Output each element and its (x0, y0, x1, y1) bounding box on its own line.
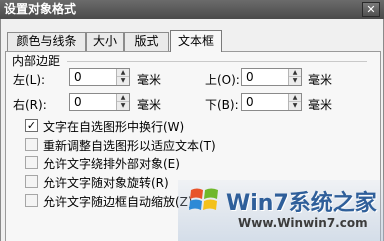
spin-buttons: ▲ ▼ (116, 69, 129, 85)
left-margin-unit: 毫米 (137, 73, 162, 87)
checkbox-wrap-outside[interactable] (25, 156, 38, 169)
close-icon: ✕ (366, 3, 376, 16)
bottom-margin-value[interactable]: 0 (246, 95, 254, 109)
checkbox-rotate-text[interactable] (25, 175, 38, 188)
spin-buttons: ▲ ▼ (288, 94, 301, 110)
top-margin-unit: 毫米 (308, 73, 333, 87)
top-margin-label: 上(O): (205, 73, 240, 87)
tab-colors-lines[interactable]: 颜色与线条 (7, 32, 86, 51)
option-label: 文字在自选图形中换行(W) (43, 120, 185, 134)
tab-label: 大小 (92, 34, 117, 48)
watermark-url: Www.Winwin7.com (238, 216, 368, 230)
top-margin-value[interactable]: 0 (246, 70, 254, 84)
spin-down-icon[interactable]: ▼ (289, 102, 301, 110)
top-margin-spinner[interactable]: 0 ▲ ▼ (241, 68, 302, 86)
left-margin-label: 左(L): (13, 73, 46, 87)
checkbox-autoscale-text[interactable] (25, 194, 38, 207)
windows-flag-icon (189, 188, 218, 210)
spin-down-icon[interactable]: ▼ (117, 77, 129, 85)
bottom-margin-unit: 毫米 (308, 98, 333, 112)
right-margin-value[interactable]: 0 (74, 95, 82, 109)
spin-up-icon[interactable]: ▲ (117, 69, 129, 77)
watermark-brand: Win7系统之家 (226, 191, 377, 216)
right-margin-spinner[interactable]: 0 ▲ ▼ (69, 93, 130, 111)
option-label: 重新调整自选图形以适应文本(T) (43, 139, 216, 153)
tab-layout[interactable]: 版式 (124, 32, 169, 51)
tab-label: 颜色与线条 (16, 34, 77, 48)
option-label: 允许文字绕排外部对象(E) (43, 157, 180, 171)
internal-margin-title: 内部边距 (12, 54, 61, 68)
bottom-margin-label: 下(B): (205, 98, 239, 112)
bottom-margin-spinner[interactable]: 0 ▲ ▼ (241, 93, 302, 111)
spin-down-icon[interactable]: ▼ (117, 102, 129, 110)
left-margin-spinner[interactable]: 0 ▲ ▼ (69, 68, 130, 86)
spin-buttons: ▲ ▼ (116, 94, 129, 110)
right-margin-label: 右(R): (13, 98, 47, 112)
title-bar: 设置对象格式 ✕ (0, 0, 384, 19)
section-divider (67, 61, 367, 62)
tab-textbox[interactable]: 文本框 (170, 30, 222, 52)
spin-buttons: ▲ ▼ (288, 69, 301, 85)
tab-size[interactable]: 大小 (86, 32, 124, 51)
spin-up-icon[interactable]: ▲ (289, 69, 301, 77)
close-button[interactable]: ✕ (362, 2, 380, 17)
left-margin-value[interactable]: 0 (74, 70, 82, 84)
tab-label: 版式 (134, 34, 159, 48)
spin-up-icon[interactable]: ▲ (117, 94, 129, 102)
option-label: 允许文字随对象旋转(R) (43, 176, 169, 190)
right-margin-unit: 毫米 (137, 98, 162, 112)
tab-label: 文本框 (177, 34, 214, 48)
spin-down-icon[interactable]: ▼ (289, 77, 301, 85)
option-label: 允许文字随边框自动缩放(Z) (43, 195, 193, 209)
checkbox-wrap-text[interactable]: ✓ (25, 119, 38, 132)
window-title: 设置对象格式 (4, 2, 77, 16)
spin-up-icon[interactable]: ▲ (289, 94, 301, 102)
checkbox-resize-shape[interactable] (25, 138, 38, 151)
